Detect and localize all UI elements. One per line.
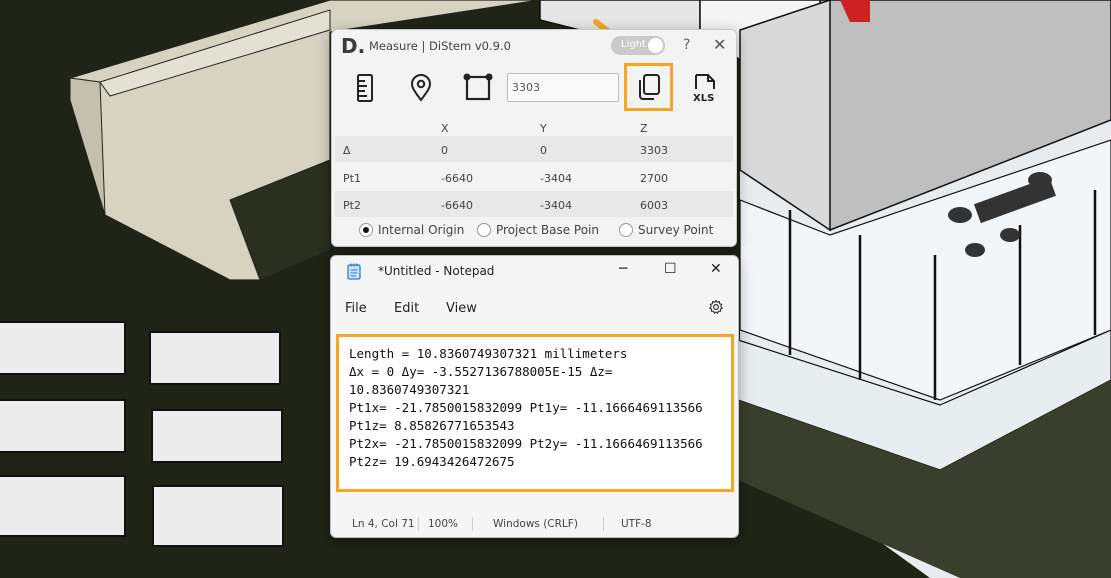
- maximize-button[interactable]: ☐: [664, 261, 677, 277]
- ruler-tool-button[interactable]: [347, 70, 383, 106]
- row-label: Δ: [343, 144, 351, 157]
- origin-radio-group: Internal Origin Project Base Poin Survey…: [332, 220, 736, 242]
- column-header-x: X: [441, 122, 449, 135]
- table-row-delta: Δ 0 0 3303: [335, 136, 733, 162]
- cursor-position: Ln 4, Col 71: [352, 518, 415, 530]
- menu-edit[interactable]: Edit: [394, 301, 419, 316]
- close-button[interactable]: ✕: [710, 261, 722, 277]
- radio-circle[interactable]: [619, 223, 633, 237]
- measure-titlebar[interactable]: D. Measure | DiStem v0.9.0 Light ? ✕: [332, 30, 736, 62]
- radio-label: Internal Origin: [378, 223, 465, 237]
- menu-view[interactable]: View: [446, 301, 477, 316]
- minimize-button[interactable]: ─: [619, 261, 627, 277]
- toggle-knob: [648, 38, 663, 53]
- xls-export-icon: XLS: [693, 74, 715, 103]
- measure-window: D. Measure | DiStem v0.9.0 Light ? ✕ 330…: [331, 29, 737, 247]
- distem-logo: D.: [341, 34, 366, 58]
- cell-x: 0: [441, 144, 448, 157]
- window-title: Measure | DiStem v0.9.0: [369, 39, 511, 53]
- menu-file[interactable]: File: [345, 301, 367, 316]
- cell-x: -6640: [441, 172, 473, 185]
- bounding-box-icon: [463, 73, 493, 101]
- ruler-icon: [357, 74, 373, 102]
- column-header-y: Y: [540, 122, 547, 135]
- row-label: Pt1: [343, 172, 361, 185]
- zoom-level: 100%: [428, 518, 459, 530]
- table-row-pt1: Pt1 -6640 -3404 2700: [335, 164, 733, 190]
- pick-point-button[interactable]: [403, 70, 439, 106]
- table-row-pt2: Pt2 -6640 -3404 6003: [335, 191, 733, 217]
- theme-toggle[interactable]: Light: [611, 36, 665, 55]
- row-label: Pt2: [343, 199, 361, 212]
- export-xls-button[interactable]: XLS: [687, 70, 723, 106]
- copy-to-clipboard-button[interactable]: [624, 63, 673, 111]
- xls-label: XLS: [693, 93, 714, 103]
- cell-z: 3303: [640, 144, 668, 157]
- cell-z: 6003: [640, 199, 668, 212]
- distance-input[interactable]: [507, 73, 619, 102]
- settings-gear-icon[interactable]: [708, 299, 724, 319]
- radio-internal-origin[interactable]: Internal Origin: [359, 223, 464, 237]
- cell-x: -6640: [441, 199, 473, 212]
- theme-toggle-label: Light: [621, 39, 646, 50]
- notepad-text-area[interactable]: Length = 10.8360749307321 millimeters Δx…: [336, 334, 734, 492]
- cell-y: -3404: [540, 172, 572, 185]
- radio-label: Project Base Poin: [496, 223, 599, 237]
- notepad-title: *Untitled - Notepad: [378, 264, 495, 278]
- cell-y: -3404: [540, 199, 572, 212]
- help-button[interactable]: ?: [683, 37, 690, 53]
- radio-survey-point[interactable]: Survey Point: [619, 223, 713, 237]
- notepad-window: *Untitled - Notepad ─ ☐ ✕ File Edit View…: [330, 255, 739, 538]
- column-header-z: Z: [640, 122, 648, 135]
- cell-z: 2700: [640, 172, 668, 185]
- radio-circle-selected[interactable]: [359, 223, 373, 237]
- location-pin-icon: [410, 74, 432, 102]
- radio-label: Survey Point: [638, 223, 714, 237]
- status-bar: Ln 4, Col 71 100% Windows (CRLF) UTF-8: [331, 514, 738, 537]
- radio-project-base-point[interactable]: Project Base Poin: [477, 223, 599, 237]
- encoding: UTF-8: [621, 518, 652, 530]
- cell-y: 0: [540, 144, 547, 157]
- close-button[interactable]: ✕: [713, 35, 726, 54]
- line-endings: Windows (CRLF): [493, 518, 578, 530]
- notepad-icon: [347, 263, 361, 284]
- bounding-box-button[interactable]: [460, 70, 496, 106]
- radio-circle[interactable]: [477, 223, 491, 237]
- copy-icon: [638, 74, 660, 100]
